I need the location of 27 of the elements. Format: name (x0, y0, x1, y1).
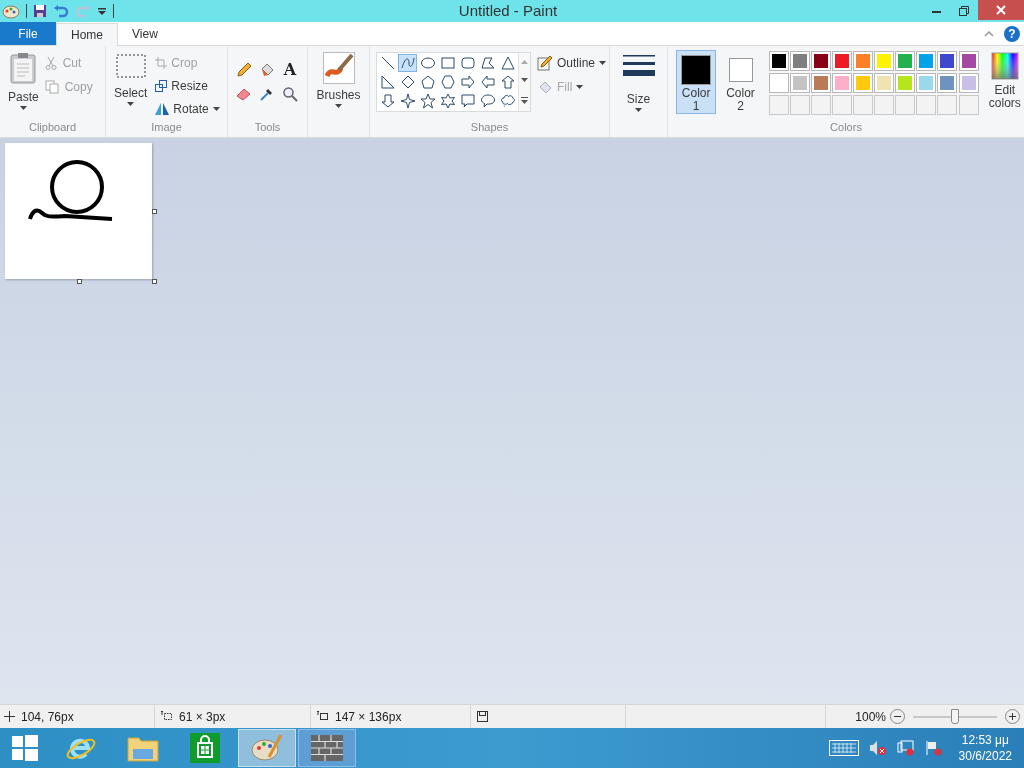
resize-button[interactable]: Resize (155, 77, 220, 95)
group-label: Tools (253, 119, 282, 135)
help-button[interactable]: ? (1004, 25, 1020, 42)
size-button[interactable]: Size (610, 46, 667, 121)
ribbon-tab[interactable]: View (118, 22, 172, 45)
rotate-button[interactable]: Rotate (155, 100, 220, 118)
selection-size: 61 × 3px (179, 708, 226, 726)
group-label: Image (150, 119, 183, 135)
ribbon-tab[interactable]: Home (56, 23, 118, 46)
clock-time: 12:53 μμ (961, 732, 1009, 748)
zoom-level: 100% (855, 708, 886, 726)
outline-button[interactable]: Outline (537, 54, 607, 72)
edit-colors-button[interactable]: Edit colors (985, 50, 1024, 119)
color-slot-button[interactable]: Color 2 (720, 50, 761, 114)
cursor-position: 104, 76px (21, 708, 74, 726)
group-label: Colors (829, 119, 863, 135)
paste-button[interactable]: Paste (8, 52, 39, 119)
clock-date: 30/6/2022 (958, 748, 1012, 764)
text-tool-button[interactable]: A (282, 62, 298, 78)
brushes-button[interactable]: Brushes (308, 46, 369, 121)
select-button[interactable]: Select (114, 54, 148, 119)
window-title: Untitled - Paint (458, 0, 558, 21)
group-label: Shapes (469, 119, 510, 135)
color-slot-button[interactable]: Color 1 (676, 50, 717, 114)
file-tab[interactable]: File (0, 22, 56, 45)
group-label: Clipboard (27, 119, 78, 135)
canvas-size: 147 × 136px (335, 708, 402, 726)
